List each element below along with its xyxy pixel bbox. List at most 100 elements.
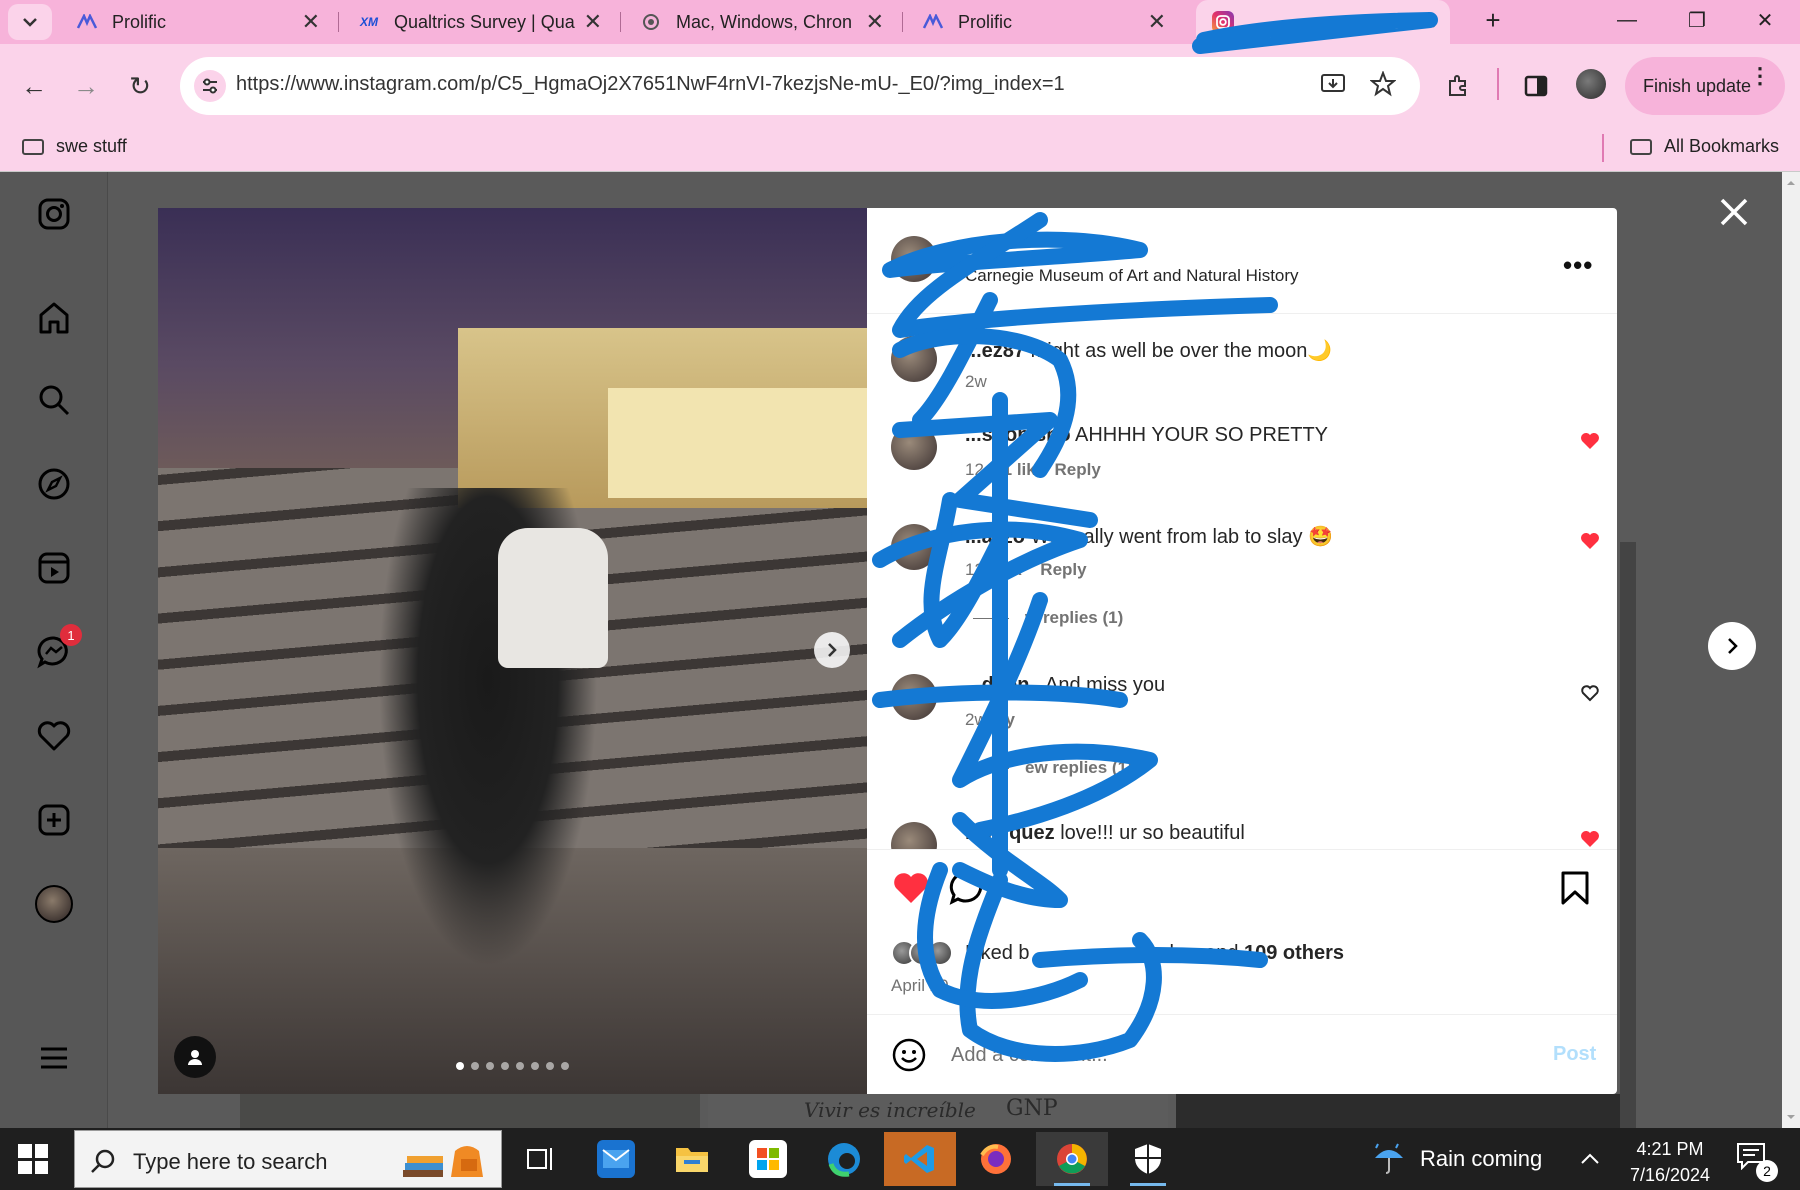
restore-icon[interactable]: ❐ (1668, 0, 1726, 40)
view-replies-button[interactable]: w replies (1) (973, 608, 1123, 628)
new-tab-button[interactable]: + (1464, 0, 1522, 40)
profile-avatar[interactable] (1576, 69, 1606, 99)
comment-username[interactable]: ...azzo (965, 526, 1025, 548)
reply-button[interactable]: Reply (1040, 560, 1086, 579)
close-tab-icon[interactable]: ✕ (1420, 9, 1438, 35)
comment-username[interactable]: ...shop.sho (965, 424, 1071, 446)
side-panel-icon[interactable] (1514, 64, 1558, 108)
back-arrow-icon[interactable]: ← (12, 64, 56, 108)
windows-start-icon[interactable] (18, 1144, 48, 1174)
scroll-down-icon[interactable] (1782, 1110, 1800, 1124)
commenter-avatar[interactable] (891, 336, 937, 382)
tagged-users-button[interactable] (174, 1036, 216, 1078)
comment-like-heart-icon[interactable] (1579, 530, 1601, 552)
close-tab-icon[interactable]: ✕ (302, 9, 320, 35)
chrome-icon[interactable] (1036, 1132, 1108, 1186)
image-next-button[interactable] (814, 632, 850, 668)
comment-bubble-icon[interactable] (947, 868, 987, 908)
messages-icon[interactable]: 1 (34, 624, 82, 672)
tab-mac-windows[interactable]: Mac, Windows, Chron ✕ (624, 0, 896, 44)
commenter-avatar[interactable] (891, 524, 937, 570)
address-bar[interactable]: https://www.instagram.com/p/C5_HgmaOj2X7… (180, 57, 1420, 115)
search-icon[interactable] (34, 380, 74, 420)
bookmark-folder-swe-stuff[interactable]: swe stuff (22, 136, 127, 157)
file-explorer-icon[interactable] (656, 1132, 728, 1186)
comment-like-heart-icon[interactable] (1579, 430, 1601, 452)
carousel-dot (486, 1062, 494, 1070)
post-photo[interactable] (158, 208, 867, 1094)
reload-icon[interactable]: ↻ (118, 64, 162, 108)
comments-list[interactable]: ...ez87 might as well be over the moon🌙 … (867, 314, 1617, 850)
liked-by-summary[interactable]: Liked b low and 109 others (891, 940, 1344, 966)
commenter-avatar[interactable] (891, 424, 937, 470)
notifications-heart-icon[interactable] (34, 716, 74, 756)
next-post-button[interactable] (1708, 622, 1756, 670)
save-bookmark-icon[interactable] (1555, 868, 1595, 908)
weather-widget[interactable]: Rain coming (1372, 1142, 1542, 1176)
post-date: April 20 (891, 976, 949, 995)
close-tab-icon[interactable]: ✕ (866, 9, 884, 35)
finish-update-button[interactable]: Finish update ⋮ (1625, 57, 1785, 115)
emoji-icon[interactable] (891, 1037, 927, 1073)
post-location[interactable]: Carnegie Museum of Art and Natural Histo… (965, 266, 1299, 286)
comment-like-heart-icon[interactable] (1579, 682, 1601, 704)
comment-likes[interactable]: lik (1003, 560, 1022, 579)
comment-like-heart-icon[interactable] (1579, 828, 1601, 850)
edge-browser-icon[interactable] (808, 1132, 880, 1186)
like-heart-icon[interactable] (891, 868, 931, 908)
comment-username[interactable]: my...quez (965, 822, 1055, 844)
close-tab-icon[interactable]: ✕ (584, 9, 602, 35)
post-comment-button[interactable]: Post (1553, 1043, 1596, 1066)
comment-username[interactable]: ...dson_ (965, 674, 1041, 696)
tab-prolific-2[interactable]: Prolific ✕ (906, 0, 1178, 44)
author-avatar[interactable] (891, 236, 937, 282)
task-view-icon[interactable] (504, 1132, 576, 1186)
security-shield-icon[interactable] (1112, 1132, 1184, 1186)
commenter-avatar[interactable] (891, 674, 937, 720)
firefox-icon[interactable] (960, 1132, 1032, 1186)
microsoft-store-icon[interactable] (732, 1132, 804, 1186)
create-icon[interactable] (34, 800, 74, 840)
all-bookmarks-button[interactable]: All Bookmarks (1630, 136, 1779, 157)
system-clock[interactable]: 4:21 PM 7/16/2024 (1620, 1136, 1720, 1188)
instagram-logo-icon[interactable] (34, 194, 74, 234)
install-app-icon[interactable] (1320, 71, 1346, 104)
vscode-icon[interactable] (884, 1132, 956, 1186)
comment-likes[interactable]: 1 lik (1003, 460, 1036, 479)
reels-icon[interactable] (34, 548, 74, 588)
explore-icon[interactable] (34, 464, 74, 504)
show-hidden-icons-chevron-icon[interactable] (1580, 1146, 1600, 1172)
url-text[interactable]: https://www.instagram.com/p/C5_HgmaOj2X7… (236, 73, 1065, 96)
reply-button[interactable]: Reply (1054, 460, 1100, 479)
kebab-menu-icon[interactable]: ⋮ (1749, 65, 1771, 87)
scroll-up-icon[interactable] (1782, 176, 1800, 190)
site-settings-icon[interactable] (194, 70, 226, 102)
page-scrollbar[interactable] (1782, 172, 1800, 1128)
comment-input[interactable] (951, 1035, 1511, 1075)
mail-app-icon[interactable] (580, 1132, 652, 1186)
comment-age: 12 (965, 460, 984, 479)
comment-username[interactable]: ...ez87 (965, 340, 1025, 362)
umbrella-rain-icon (1375, 1143, 1403, 1174)
commenter-avatar[interactable] (891, 822, 937, 849)
reply-button[interactable]: y (1005, 710, 1014, 729)
close-tab-icon[interactable]: ✕ (1148, 9, 1166, 35)
taskbar-search[interactable]: Type here to search (74, 1130, 502, 1188)
forward-arrow-icon[interactable]: → (64, 64, 108, 108)
more-menu-icon[interactable] (34, 1038, 74, 1078)
tab-instagram-active[interactable]: ✕ (1196, 0, 1450, 44)
view-replies-button[interactable]: ew replies (1) (973, 758, 1133, 778)
close-modal-icon[interactable] (1716, 194, 1752, 230)
notification-center-icon[interactable]: 2 (1736, 1142, 1778, 1182)
tab-search-button[interactable] (8, 4, 52, 40)
more-options-icon[interactable]: ••• (1563, 250, 1593, 281)
profile-avatar[interactable] (34, 884, 74, 924)
liked-by-count[interactable]: 109 others (1244, 942, 1344, 964)
bookmark-star-icon[interactable] (1369, 70, 1397, 104)
minimize-icon[interactable]: — (1598, 0, 1656, 40)
close-window-icon[interactable]: ✕ (1736, 0, 1794, 40)
home-icon[interactable] (34, 298, 74, 338)
tab-prolific-1[interactable]: Prolific ✕ (60, 0, 332, 44)
extensions-icon[interactable] (1436, 64, 1480, 108)
tab-qualtrics[interactable]: XM Qualtrics Survey | Qua ✕ (342, 0, 614, 44)
